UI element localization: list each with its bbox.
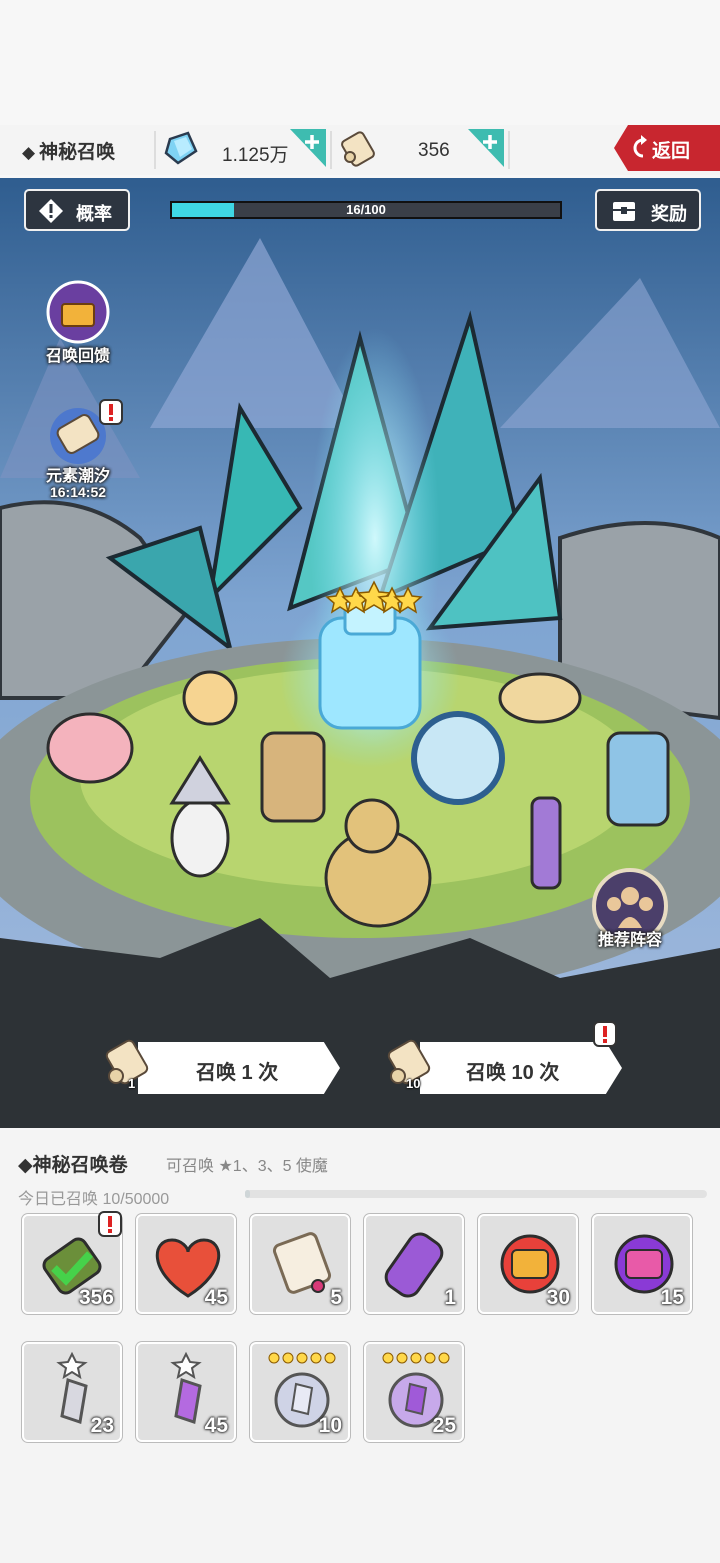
treasure-icon — [46, 280, 110, 344]
alert-badge-icon — [593, 1021, 617, 1047]
item-slot-purple-crystal[interactable]: 25 — [364, 1342, 464, 1442]
summon-progress-text: 16/100 — [346, 202, 386, 217]
summon-once-button[interactable]: 1 召唤 1 次 — [98, 1039, 348, 1094]
scroll-icon — [341, 131, 375, 167]
gem-counter: 1.125万 — [162, 129, 330, 171]
recommended-lineup-label: 推荐阵容 — [597, 932, 662, 949]
page-title-text: 神秘召唤 — [39, 142, 116, 163]
alert-badge-icon — [99, 399, 123, 425]
daily-summon-count: 今日已召唤 10/50000 — [18, 1191, 170, 1208]
chest-icon — [613, 202, 635, 221]
warning-diamond-icon — [39, 199, 63, 223]
scroll-counter: 356 — [338, 129, 506, 171]
divider — [154, 131, 156, 169]
item-qty: 356 — [78, 1286, 114, 1309]
summon-feedback-button[interactable]: 召唤回馈 — [30, 276, 126, 366]
summon-scene: 概率 16/100 奖励 召唤回馈 元素潮汐 16:14:52 推荐阵容 1 召… — [0, 178, 720, 1128]
item-qty: 25 — [432, 1414, 456, 1437]
back-label: 返回 — [652, 141, 691, 162]
add-scrolls-button[interactable] — [468, 129, 504, 167]
rewards-label: 奖励 — [651, 204, 687, 224]
rewards-button[interactable]: 奖励 — [595, 189, 701, 231]
item-slot-heart[interactable]: 45 — [136, 1214, 236, 1314]
item-qty: 30 — [546, 1286, 570, 1309]
add-gems-button[interactable] — [290, 129, 326, 167]
item-qty: 15 — [660, 1286, 684, 1309]
divider — [508, 131, 510, 169]
item-qty: 45 — [204, 1414, 228, 1437]
gem-amount: 1.125万 — [222, 145, 289, 166]
item-qty: 10 — [318, 1414, 342, 1437]
summon-ten-cost: 10 — [406, 1076, 421, 1091]
elemental-tide-timer: 16:14:52 — [49, 484, 107, 500]
gem-icon — [164, 131, 198, 165]
alert-badge-icon — [98, 1211, 122, 1237]
probability-label: 概率 — [76, 204, 112, 224]
divider — [330, 131, 332, 169]
panel-title: ◆神秘召唤卷 — [18, 1155, 128, 1176]
summon-ten-button[interactable]: 10 召唤 10 次 — [380, 1021, 630, 1094]
scroll-amount: 356 — [418, 140, 450, 161]
back-button[interactable]: 返回 — [614, 125, 720, 171]
panel-subtitle: 可召唤 ★1、3、5 使魔 — [166, 1158, 328, 1175]
recommended-lineup-button[interactable]: 推荐阵容 — [585, 866, 675, 962]
top-bar: ◆ 神秘召唤 1.125万 356 返回 — [0, 125, 720, 175]
summon-feedback-label: 召唤回馈 — [45, 348, 110, 365]
item-slot-grey-shard[interactable]: 23 — [22, 1342, 122, 1442]
summon-ten-label: 召唤 10 次 — [466, 1062, 560, 1084]
item-qty: 5 — [330, 1286, 342, 1309]
item-qty: 1 — [444, 1286, 456, 1309]
daily-summon-progress — [245, 1190, 707, 1198]
summon-progress-bar: 16/100 — [170, 201, 562, 219]
probability-button[interactable]: 概率 — [24, 189, 130, 231]
elemental-tide-button[interactable]: 元素潮汐 16:14:52 — [30, 398, 126, 508]
page-title: ◆ 神秘召唤 — [22, 142, 116, 163]
item-slot-fire-scroll[interactable]: 30 — [478, 1214, 578, 1314]
item-slot-purple-shard[interactable]: 45 — [136, 1342, 236, 1442]
daily-summon-progress-fill — [245, 1190, 250, 1198]
elemental-tide-label: 元素潮汐 — [45, 468, 110, 485]
item-slot-purple-scroll[interactable]: 1 — [364, 1214, 464, 1314]
item-slot-arcane-scroll[interactable]: 15 — [592, 1214, 692, 1314]
item-qty: 23 — [90, 1414, 114, 1437]
item-slot-paper-scroll[interactable]: 5 — [250, 1214, 350, 1314]
summon-once-label: 召唤 1 次 — [196, 1062, 279, 1084]
summon-once-cost: 1 — [128, 1076, 136, 1091]
item-qty: 45 — [204, 1286, 228, 1309]
item-slot-grey-crystal[interactable]: 10 — [250, 1342, 350, 1442]
scroll-panel: ◆神秘召唤卷 可召唤 ★1、3、5 使魔 今日已召唤 10/50000 356 … — [0, 1130, 720, 1563]
